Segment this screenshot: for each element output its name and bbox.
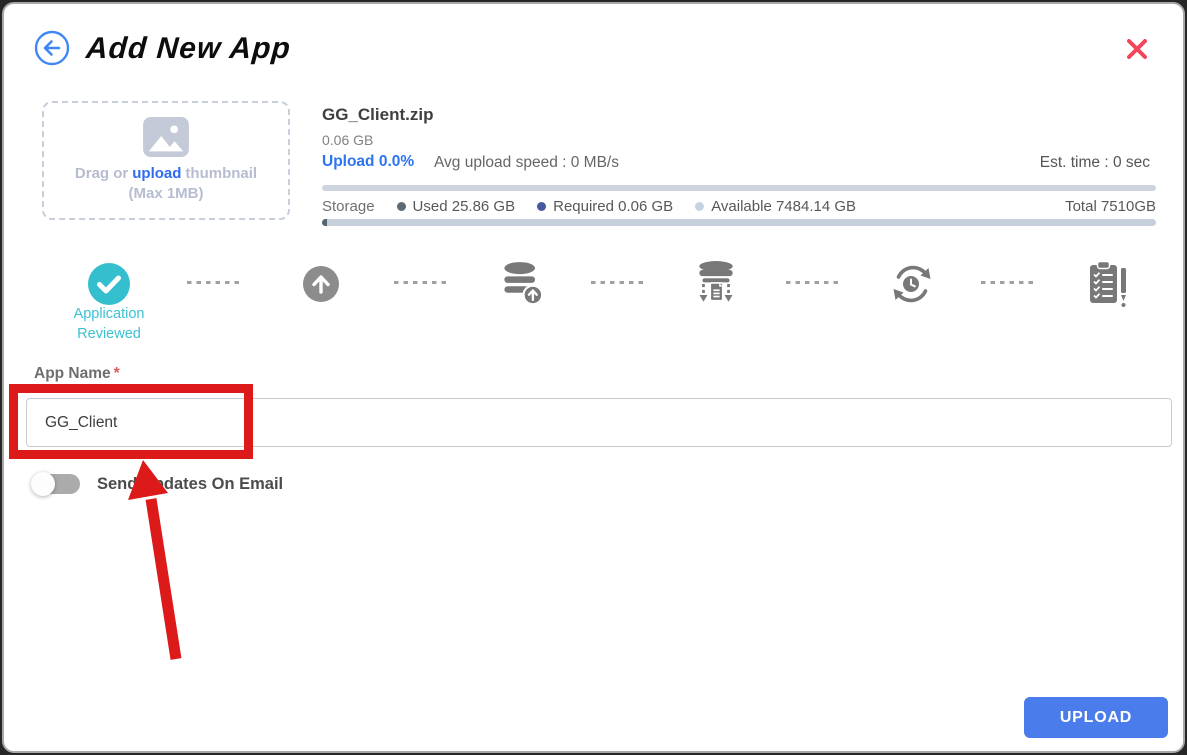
storage-required-legend: Required 0.06 GB bbox=[537, 198, 673, 215]
step-connector bbox=[591, 281, 647, 284]
storage-required-value: Required 0.06 GB bbox=[553, 198, 673, 215]
close-icon bbox=[1122, 34, 1152, 64]
app-name-label-text: App Name bbox=[34, 365, 111, 382]
upload-circle-icon bbox=[302, 265, 340, 303]
file-size: 0.06 GB bbox=[322, 132, 373, 148]
step-processing bbox=[884, 259, 940, 309]
upload-progress-label: Upload 0.0% bbox=[322, 153, 414, 171]
active-step-label: Application Reviewed bbox=[49, 304, 169, 345]
step-review-checklist bbox=[1079, 259, 1135, 309]
step-upload bbox=[293, 259, 349, 309]
available-dot-icon bbox=[695, 202, 704, 211]
thumbnail-upload-link[interactable]: upload bbox=[132, 165, 181, 182]
thumbnail-suffix-text: thumbnail bbox=[185, 165, 257, 182]
storage-used-legend: Used 25.86 GB bbox=[397, 198, 516, 215]
storage-bar bbox=[322, 219, 1156, 226]
required-asterisk: * bbox=[114, 365, 120, 382]
email-updates-label: Send Updates On Email bbox=[97, 475, 283, 494]
step-data-transfer bbox=[688, 259, 744, 309]
storage-used-value: Used 25.86 GB bbox=[413, 198, 516, 215]
required-dot-icon bbox=[537, 202, 546, 211]
app-name-input[interactable] bbox=[26, 398, 1172, 447]
add-new-app-dialog: Add New App Drag oruploadthumbnail (Max … bbox=[2, 2, 1185, 753]
toggle-off-icon[interactable] bbox=[34, 474, 80, 494]
storage-available-value: Available 7484.14 GB bbox=[711, 198, 856, 215]
back-button[interactable] bbox=[34, 30, 70, 66]
sync-clock-icon bbox=[889, 261, 935, 307]
clipboard-checklist-icon bbox=[1084, 259, 1130, 309]
thumbnail-instruction: Drag oruploadthumbnail bbox=[44, 165, 288, 182]
avg-upload-speed: Avg upload speed : 0 MB/s bbox=[434, 154, 619, 172]
file-name: GG_Client.zip bbox=[322, 105, 433, 125]
email-updates-toggle-row[interactable]: Send Updates On Email bbox=[34, 474, 283, 494]
step-database-upload bbox=[495, 259, 551, 309]
step-connector bbox=[981, 281, 1037, 284]
upload-button[interactable]: UPLOAD bbox=[1024, 697, 1168, 738]
upload-progress-bar bbox=[322, 185, 1156, 191]
toggle-knob bbox=[31, 472, 55, 496]
step-application-reviewed bbox=[81, 259, 137, 309]
storage-used-segment bbox=[322, 219, 327, 226]
database-upload-icon bbox=[501, 261, 545, 307]
storage-legend: Storage Used 25.86 GB Required 0.06 GB A… bbox=[322, 196, 1156, 216]
back-arrow-icon bbox=[34, 30, 70, 66]
step-connector bbox=[187, 281, 243, 284]
step-connector bbox=[394, 281, 450, 284]
page-title: Add New App bbox=[85, 32, 292, 66]
thumbnail-size-note: (Max 1MB) bbox=[44, 185, 288, 202]
storage-available-legend: Available 7484.14 GB bbox=[695, 198, 856, 215]
check-circle-icon bbox=[87, 262, 131, 306]
storage-label: Storage bbox=[322, 198, 375, 215]
estimated-time: Est. time : 0 sec bbox=[1040, 154, 1150, 172]
thumbnail-dropzone[interactable]: Drag oruploadthumbnail (Max 1MB) bbox=[42, 101, 290, 220]
thumbnail-drag-text: Drag or bbox=[75, 165, 128, 182]
app-name-label: App Name* bbox=[34, 365, 120, 383]
storage-total: Total 7510GB bbox=[1065, 198, 1156, 215]
step-connector bbox=[786, 281, 842, 284]
database-transfer-icon bbox=[692, 260, 740, 308]
used-dot-icon bbox=[397, 202, 406, 211]
image-placeholder-icon bbox=[44, 116, 288, 163]
close-button[interactable] bbox=[1122, 34, 1152, 64]
